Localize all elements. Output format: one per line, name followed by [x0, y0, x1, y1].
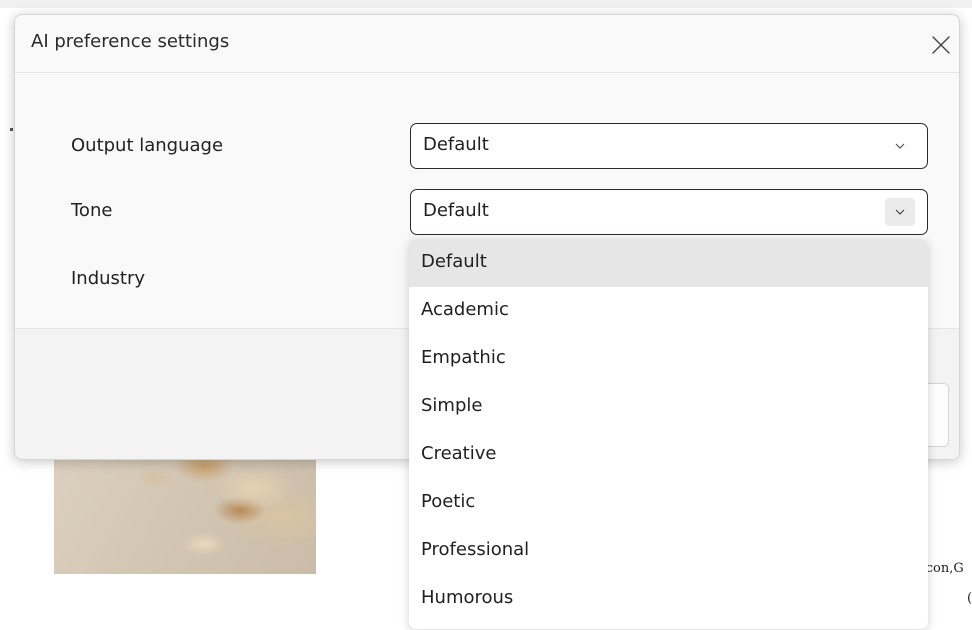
tone-option-poetic[interactable]: Poetic [409, 479, 928, 527]
dialog-title: AI preference settings [31, 31, 230, 52]
tone-option-label: Simple [421, 395, 483, 416]
tone-option-label: Humorous [421, 587, 514, 608]
tone-option-label: Poetic [421, 491, 476, 512]
background-photo [54, 448, 316, 574]
tone-option-humorous[interactable]: Humorous [409, 575, 928, 623]
tone-dropdown-list: Default Academic Empathic Simple Creativ… [409, 239, 928, 629]
close-icon [932, 36, 950, 54]
tone-label: Tone [71, 200, 113, 221]
tone-option-default[interactable]: Default [409, 239, 928, 287]
chevron-down-icon [895, 143, 905, 149]
background-partial-text: ( [967, 591, 972, 606]
tone-select[interactable]: Default [410, 189, 928, 235]
chevron-down-icon [895, 209, 905, 215]
tone-option-label: Default [421, 251, 487, 272]
close-button[interactable] [925, 29, 957, 61]
background-top-strip [0, 0, 972, 8]
tone-option-label: Professional [421, 539, 530, 560]
background-mark [10, 128, 13, 131]
header-divider [15, 72, 959, 73]
tone-option-label: Academic [421, 299, 509, 320]
output-language-dropdown-button[interactable] [885, 132, 915, 160]
tone-option-creative[interactable]: Creative [409, 431, 928, 479]
tone-option-label: Creative [421, 443, 497, 464]
tone-option-simple[interactable]: Simple [409, 383, 928, 431]
tone-option-label: Empathic [421, 347, 506, 368]
output-language-select[interactable]: Default [410, 123, 928, 169]
tone-option-professional[interactable]: Professional [409, 527, 928, 575]
tone-dropdown-button[interactable] [885, 198, 915, 226]
tone-option-academic[interactable]: Academic [409, 287, 928, 335]
output-language-label: Output language [71, 135, 224, 156]
industry-label: Industry [71, 268, 146, 289]
output-language-value: Default [423, 134, 489, 155]
tone-option-empathic[interactable]: Empathic [409, 335, 928, 383]
tone-value: Default [423, 200, 489, 221]
